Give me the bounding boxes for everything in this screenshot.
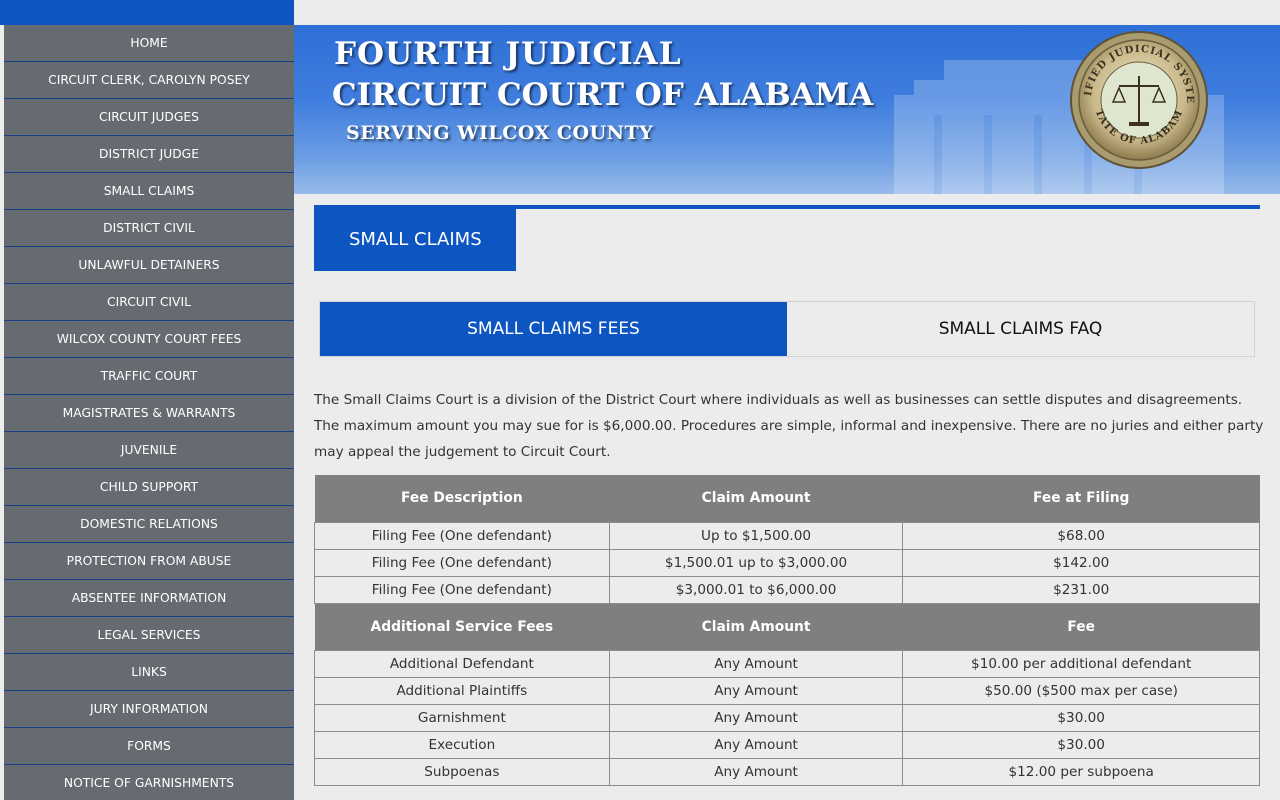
sidebar-item-notice-of-garnishments[interactable]: NOTICE OF GARNISHMENTS <box>4 765 294 800</box>
tab-small-claims-fees[interactable]: SMALL CLAIMS FEES <box>320 302 787 356</box>
banner-subtitle: SERVING WILCOX COUNTY <box>346 122 654 144</box>
sidebar-item-circuit-judges[interactable]: CIRCUIT JUDGES <box>4 99 294 136</box>
table-cell: Up to $1,500.00 <box>608 521 904 550</box>
table-row: Garnishment Any Amount $30.00 <box>314 703 1260 732</box>
sidebar-item-home[interactable]: HOME <box>4 25 294 62</box>
table-row: Subpoenas Any Amount $12.00 per subpoena <box>314 757 1260 786</box>
sidebar-item-legal-services[interactable]: LEGAL SERVICES <box>4 617 294 654</box>
column-header: Fee <box>902 603 1260 650</box>
table-cell: Filing Fee (One defendant) <box>314 548 610 577</box>
column-header: Claim Amount <box>609 475 903 522</box>
sidebar-item-unlawful-detainers[interactable]: UNLAWFUL DETAINERS <box>4 247 294 284</box>
table-cell: $30.00 <box>902 730 1260 759</box>
table-cell: Filing Fee (One defendant) <box>314 521 610 550</box>
column-header: Additional Service Fees <box>314 603 610 650</box>
table-cell: Any Amount <box>608 703 904 732</box>
column-header: Fee Description <box>314 475 610 522</box>
table-cell: $10.00 per additional defendant <box>902 649 1260 678</box>
sidebar-item-forms[interactable]: FORMS <box>4 728 294 765</box>
table-cell: $68.00 <box>902 521 1260 550</box>
sidebar-item-district-civil[interactable]: DISTRICT CIVIL <box>4 210 294 247</box>
sidebar-item-domestic-relations[interactable]: DOMESTIC RELATIONS <box>4 506 294 543</box>
table-cell: $231.00 <box>902 575 1260 604</box>
table-cell: $50.00 ($500 max per case) <box>902 676 1260 705</box>
sidebar-top-bar <box>0 0 294 25</box>
sidebar-item-district-judge[interactable]: DISTRICT JUDGE <box>4 136 294 173</box>
site-banner: FOURTH JUDICIAL CIRCUIT COURT OF ALABAMA… <box>294 25 1280 194</box>
page-title: SMALL CLAIMS <box>314 209 516 271</box>
table-row: Additional Defendant Any Amount $10.00 per… <box>314 649 1260 678</box>
table-cell: Subpoenas <box>314 757 610 786</box>
table-cell: Any Amount <box>608 676 904 705</box>
fees-table-body: Fee Description Claim Amount Fee at Filing… <box>314 475 1260 786</box>
fees-table: Fee Description Claim Amount Fee at Filing… <box>314 475 1260 786</box>
courthouse-image <box>854 25 1280 194</box>
table-cell: $142.00 <box>902 548 1260 577</box>
column-header: Claim Amount <box>609 603 903 650</box>
table-row: Filing Fee (One defendant) $1,500.01 up t… <box>314 548 1260 577</box>
banner-title-line2: CIRCUIT COURT OF ALABAMA <box>332 77 874 113</box>
table-cell: Execution <box>314 730 610 759</box>
tab-small-claims-faq[interactable]: SMALL CLAIMS FAQ <box>787 302 1254 356</box>
table-row: Filing Fee (One defendant) Up to $1,500.0… <box>314 521 1260 550</box>
table-row: Additional Plaintiffs Any Amount $50.00 ($… <box>314 676 1260 705</box>
table-cell: Additional Defendant <box>314 649 610 678</box>
sidebar-item-protection-from-abuse[interactable]: PROTECTION FROM ABUSE <box>4 543 294 580</box>
table-cell: $3,000.01 to $6,000.00 <box>608 575 904 604</box>
table-cell: Any Amount <box>608 757 904 786</box>
table-header-row: Additional Service Fees Claim Amount Fee <box>314 603 1260 650</box>
intro-paragraph: The Small Claims Court is a division of … <box>314 392 1264 460</box>
table-row: Filing Fee (One defendant) $3,000.01 to $… <box>314 575 1260 604</box>
table-row: Execution Any Amount $30.00 <box>314 730 1260 759</box>
table-cell: Filing Fee (One defendant) <box>314 575 610 604</box>
tab-bar: SMALL CLAIMS FEES SMALL CLAIMS FAQ <box>319 301 1255 357</box>
sidebar-item-child-support[interactable]: CHILD SUPPORT <box>4 469 294 506</box>
sidebar-item-circuit-clerk-carolyn-posey[interactable]: CIRCUIT CLERK, CAROLYN POSEY <box>4 62 294 99</box>
sidebar-nav: HOME CIRCUIT CLERK, CAROLYN POSEY CIRCUIT … <box>0 0 294 800</box>
table-cell: $30.00 <box>902 703 1260 732</box>
table-cell: $12.00 per subpoena <box>902 757 1260 786</box>
sidebar-item-jury-information[interactable]: JURY INFORMATION <box>4 691 294 728</box>
sidebar-item-magistrates-warrants[interactable]: MAGISTRATES & WARRANTS <box>4 395 294 432</box>
column-header: Fee at Filing <box>902 475 1260 522</box>
table-cell: $1,500.01 up to $3,000.00 <box>608 548 904 577</box>
sidebar-item-traffic-court[interactable]: TRAFFIC COURT <box>4 358 294 395</box>
sidebar-item-links[interactable]: LINKS <box>4 654 294 691</box>
table-header-row: Fee Description Claim Amount Fee at Filing <box>314 475 1260 522</box>
banner-title-line1: FOURTH JUDICIAL <box>334 36 682 72</box>
court-seal-icon: UNIFIED JUDICIAL SYSTEM STATE OF ALABAMA <box>1069 30 1208 169</box>
sidebar-item-juvenile[interactable]: JUVENILE <box>4 432 294 469</box>
sidebar-item-circuit-civil[interactable]: CIRCUIT CIVIL <box>4 284 294 321</box>
sidebar-nav-list: HOME CIRCUIT CLERK, CAROLYN POSEY CIRCUIT … <box>0 25 294 800</box>
table-cell: Any Amount <box>608 649 904 678</box>
table-cell: Additional Plaintiffs <box>314 676 610 705</box>
sidebar-item-wilcox-county-court-fees[interactable]: WILCOX COUNTY COURT FEES <box>4 321 294 358</box>
sidebar-item-absentee-information[interactable]: ABSENTEE INFORMATION <box>4 580 294 617</box>
table-cell: Any Amount <box>608 730 904 759</box>
sidebar-item-small-claims[interactable]: SMALL CLAIMS <box>4 173 294 210</box>
table-cell: Garnishment <box>314 703 610 732</box>
